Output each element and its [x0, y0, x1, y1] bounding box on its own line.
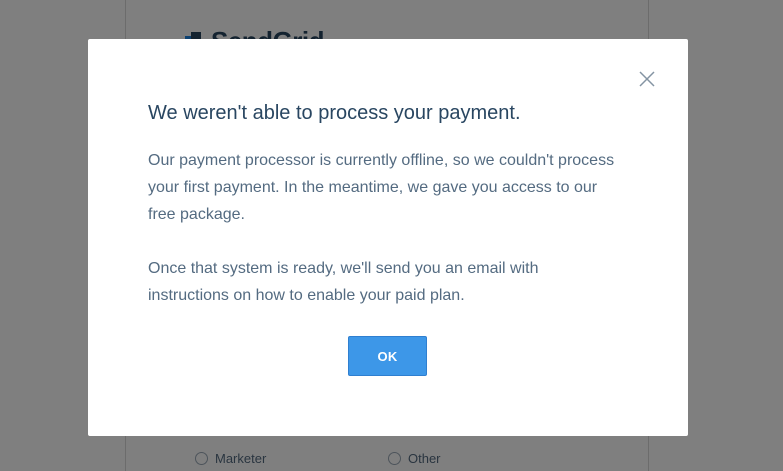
close-button[interactable]	[638, 70, 656, 88]
modal-title: We weren't able to process your payment.	[148, 102, 521, 124]
modal-body: Our payment processor is currently offli…	[148, 147, 618, 336]
close-icon	[639, 71, 655, 87]
payment-error-modal: We weren't able to process your payment.…	[88, 39, 688, 436]
modal-paragraph: Once that system is ready, we'll send yo…	[148, 260, 539, 304]
ok-button[interactable]: OK	[348, 336, 427, 376]
modal-paragraph: Our payment processor is currently offli…	[148, 152, 615, 223]
